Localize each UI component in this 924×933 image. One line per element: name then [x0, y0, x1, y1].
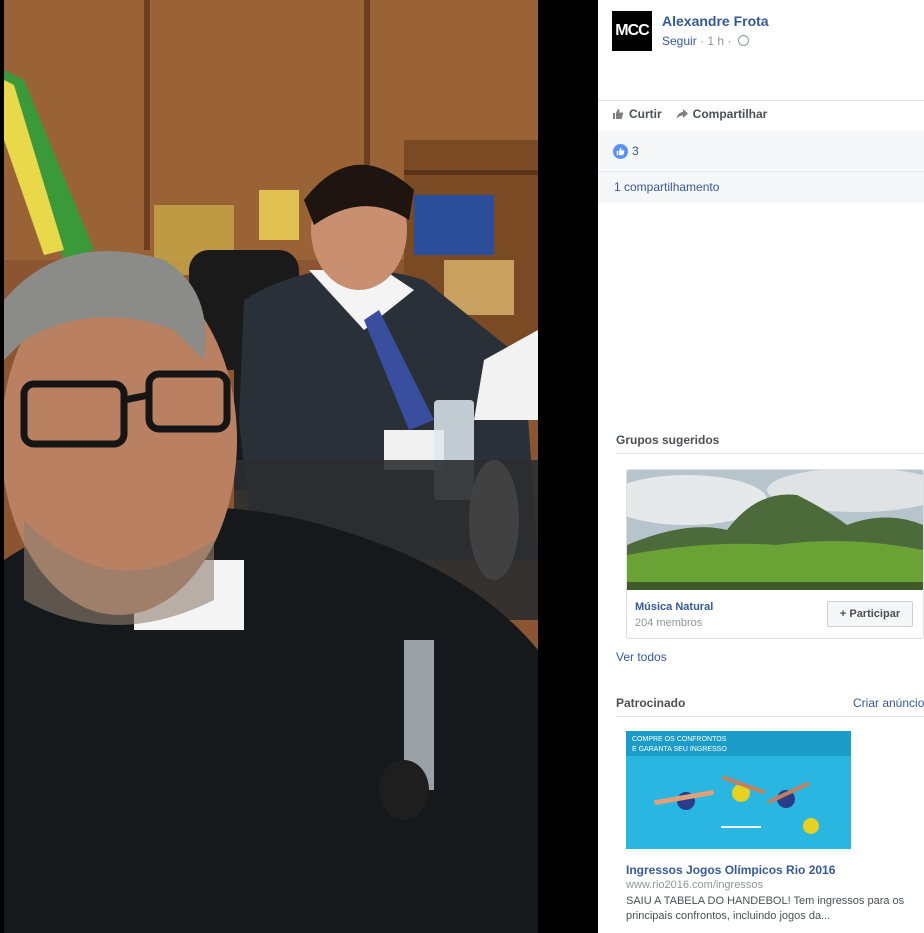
- post-sidebar: MCC Alexandre Frota Seguir · 1 h · Curti…: [598, 0, 924, 933]
- ad-title[interactable]: Ingressos Jogos Olímpicos Rio 2016: [626, 863, 835, 877]
- avatar[interactable]: MCC: [612, 11, 652, 51]
- reactions-bar: 3: [598, 131, 924, 170]
- share-button[interactable]: Compartilhar: [676, 107, 768, 121]
- join-group-button[interactable]: + Participar: [827, 601, 913, 627]
- post-actions: Curtir Compartilhar: [612, 107, 767, 121]
- sponsored-title: Patrocinado: [616, 696, 686, 710]
- post-meta: Seguir · 1 h ·: [662, 34, 749, 48]
- ad-banner-line-2: E GARANTA SEU INGRESSO: [632, 746, 727, 753]
- ad-banner-line-1: COMPRE OS CONFRONTOS: [632, 736, 727, 743]
- ad-url[interactable]: www.rio2016.com/ingressos: [626, 879, 763, 891]
- like-count[interactable]: 3: [632, 144, 639, 158]
- thumbs-up-icon: [613, 109, 624, 119]
- group-name[interactable]: Música Natural: [635, 601, 713, 613]
- divider: [598, 100, 924, 101]
- post-photo[interactable]: [4, 0, 538, 933]
- ad-image[interactable]: COMPRE OS CONFRONTOS E GARANTA SEU INGRE…: [626, 731, 851, 849]
- photo-viewer: [0, 0, 598, 933]
- create-ad-link[interactable]: Criar anúncio: [853, 696, 924, 710]
- group-cover-image[interactable]: [627, 470, 923, 590]
- post-time[interactable]: 1 h: [707, 34, 724, 48]
- meta-separator: ·: [727, 34, 732, 48]
- shares-bar: 1 compartilhamento: [598, 171, 924, 203]
- meta-separator: ·: [700, 34, 705, 48]
- author-name[interactable]: Alexandre Frota: [662, 13, 769, 29]
- group-card[interactable]: Música Natural 204 membros + Participar: [626, 469, 924, 639]
- like-label: Curtir: [629, 107, 662, 121]
- ad-description: SAIU A TABELA DO HANDEBOL! Tem ingressos…: [626, 895, 905, 922]
- shares-link[interactable]: 1 compartilhamento: [614, 180, 719, 194]
- globe-icon: [737, 35, 749, 46]
- divider: [616, 453, 924, 454]
- suggested-groups-title: Grupos sugeridos: [616, 433, 720, 447]
- like-button[interactable]: Curtir: [612, 107, 662, 121]
- divider: [616, 716, 924, 717]
- follow-link[interactable]: Seguir: [662, 34, 697, 48]
- like-reaction-icon[interactable]: [613, 144, 628, 159]
- see-all-link[interactable]: Ver todos: [616, 650, 667, 664]
- share-label: Compartilhar: [692, 107, 768, 121]
- group-members: 204 membros: [635, 617, 703, 629]
- share-arrow-icon: [676, 109, 688, 119]
